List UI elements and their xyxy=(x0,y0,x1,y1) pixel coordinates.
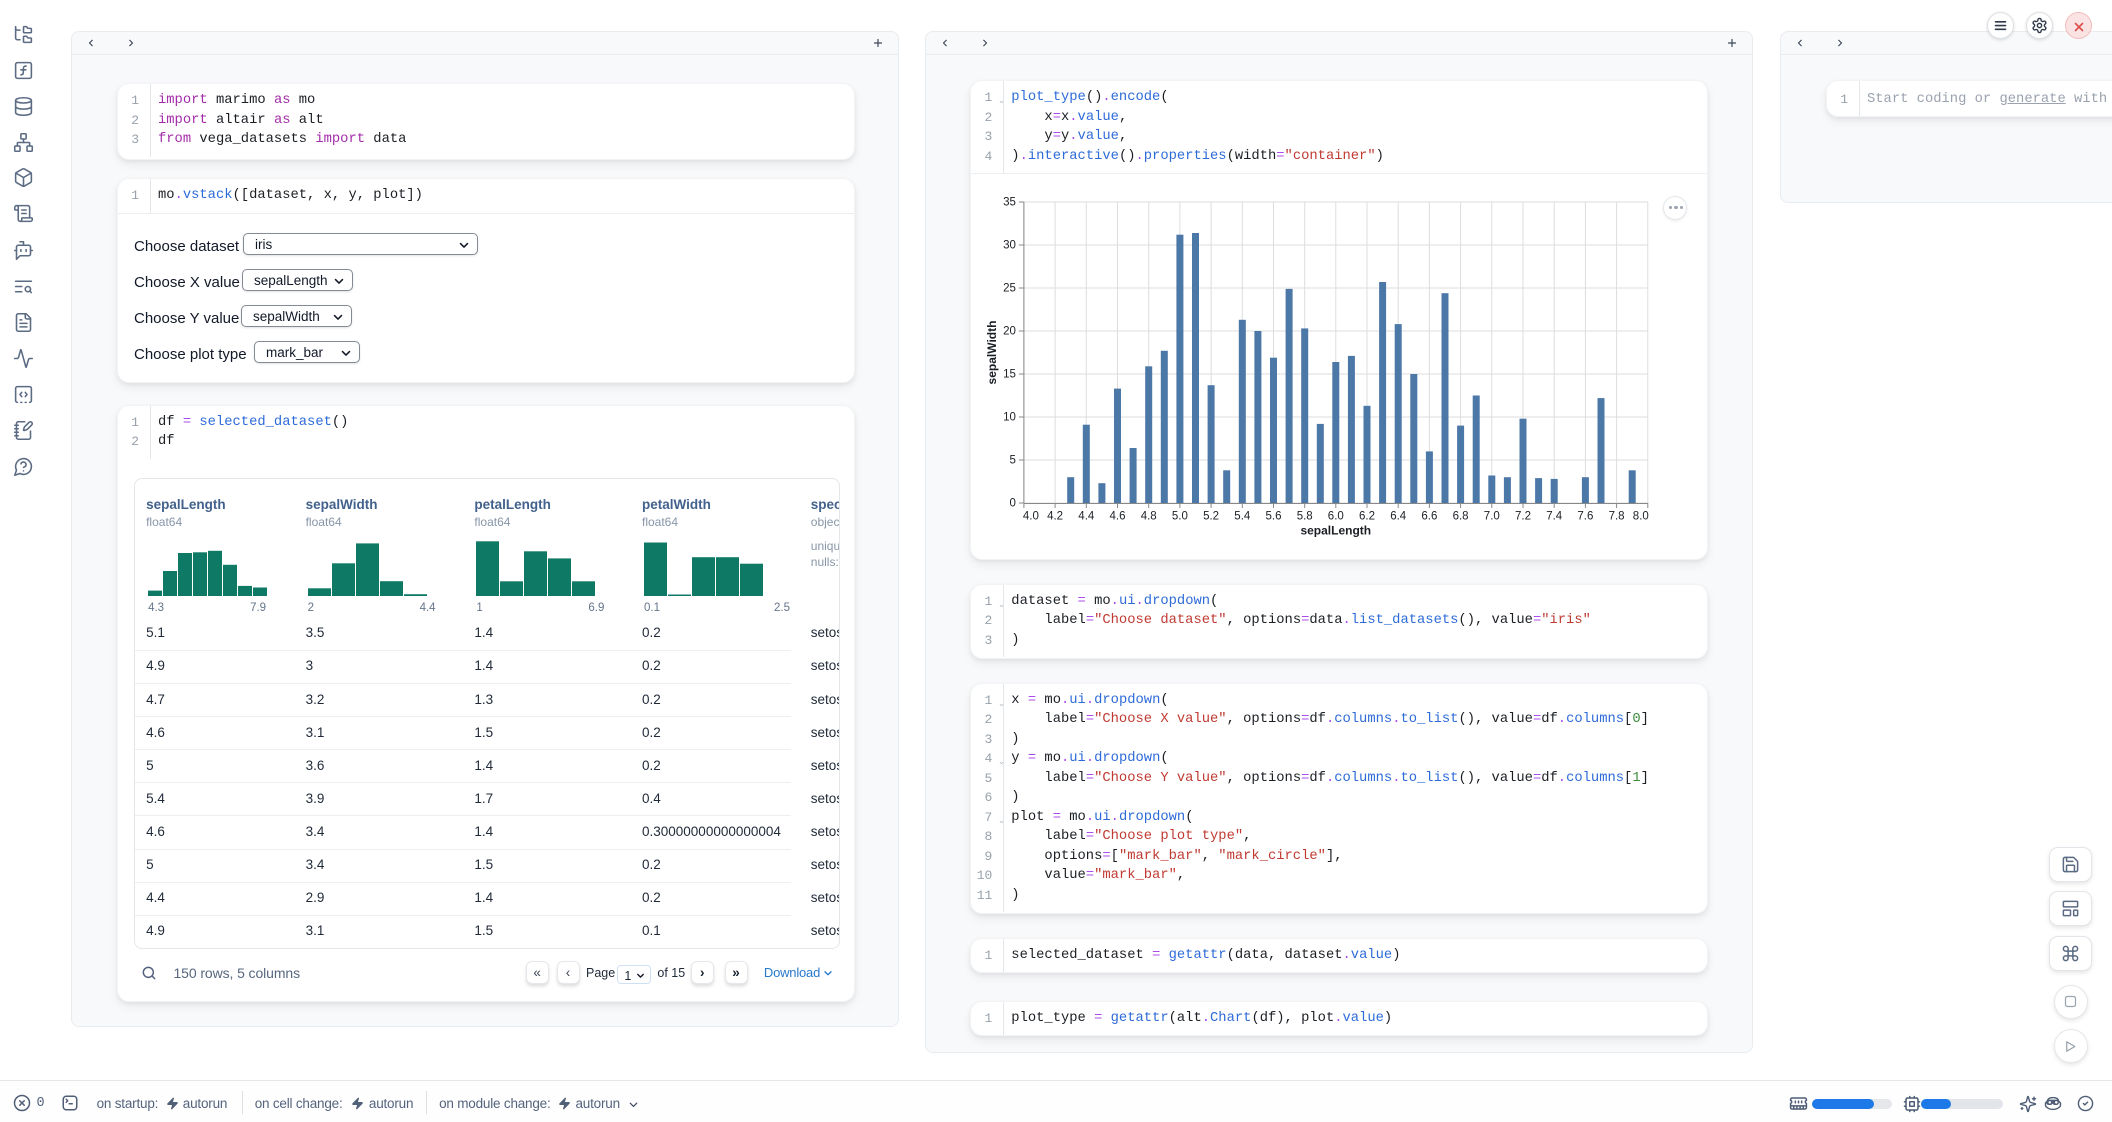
svg-text:7.4: 7.4 xyxy=(1546,511,1563,523)
svg-text:0: 0 xyxy=(1010,498,1016,510)
svg-text:5.2: 5.2 xyxy=(1203,511,1219,523)
svg-text:5.8: 5.8 xyxy=(1297,511,1313,523)
svg-text:25: 25 xyxy=(1003,283,1016,295)
svg-text:4.4: 4.4 xyxy=(1079,511,1096,523)
svg-text:5: 5 xyxy=(1010,455,1016,467)
svg-text:7.0: 7.0 xyxy=(1484,511,1500,523)
svg-text:sepalWidth: sepalWidth xyxy=(985,321,999,385)
svg-text:6.6: 6.6 xyxy=(1422,511,1438,523)
svg-text:5.6: 5.6 xyxy=(1266,511,1282,523)
svg-text:7.2: 7.2 xyxy=(1515,511,1531,523)
svg-text:15: 15 xyxy=(1003,369,1016,381)
svg-text:4.8: 4.8 xyxy=(1141,511,1157,523)
svg-text:4.6: 4.6 xyxy=(1110,511,1126,523)
svg-text:6.0: 6.0 xyxy=(1328,511,1344,523)
svg-text:7.8: 7.8 xyxy=(1609,511,1625,523)
svg-text:30: 30 xyxy=(1003,240,1016,252)
svg-text:5.4: 5.4 xyxy=(1235,511,1252,523)
svg-text:6.2: 6.2 xyxy=(1359,511,1375,523)
svg-text:10: 10 xyxy=(1003,412,1016,424)
svg-text:6.4: 6.4 xyxy=(1390,511,1407,523)
svg-text:20: 20 xyxy=(1003,326,1016,338)
svg-text:sepalLength: sepalLength xyxy=(1301,524,1372,538)
svg-text:35: 35 xyxy=(1003,197,1016,209)
svg-text:4.0: 4.0 xyxy=(1023,511,1039,523)
svg-text:7.6: 7.6 xyxy=(1578,511,1594,523)
svg-text:8.0: 8.0 xyxy=(1633,511,1649,523)
svg-text:6.8: 6.8 xyxy=(1453,511,1469,523)
svg-text:5.0: 5.0 xyxy=(1172,511,1188,523)
svg-text:4.2: 4.2 xyxy=(1047,511,1063,523)
